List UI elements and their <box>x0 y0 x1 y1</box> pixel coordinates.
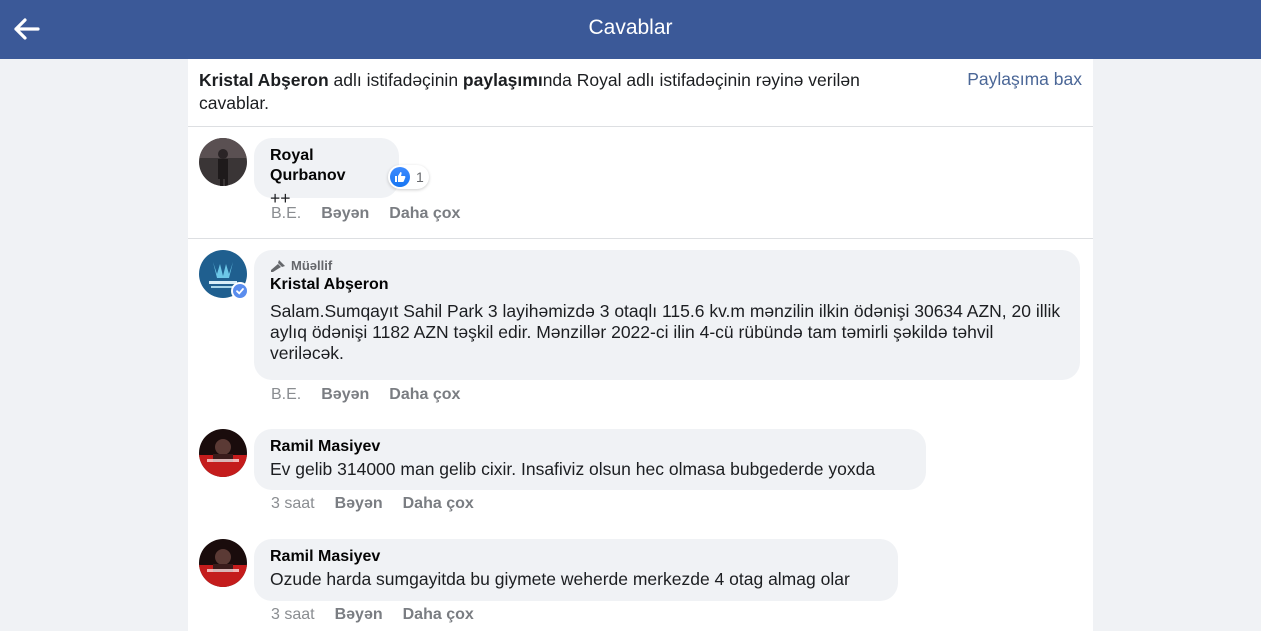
comment-bubble: Ramil Masiyev Ev gelib 314000 man gelib … <box>254 429 926 490</box>
comment-bubble: Ramil Masiyev Ozude harda sumgayitda bu … <box>254 539 898 601</box>
comment-text: Ozude harda sumgayitda bu giymete weherd… <box>270 569 850 589</box>
page-title: Cavablar <box>588 16 673 39</box>
thumbs-up-icon <box>390 167 410 187</box>
comment-actions: 3 saat Bəyən Daha çox <box>271 495 474 513</box>
context-text-part-1: adlı istifadəçinin <box>328 70 463 90</box>
reaction-count[interactable]: 1 <box>388 165 429 189</box>
comment-text: Ev gelib 314000 man gelib cixir. Insafiv… <box>270 459 876 479</box>
context-text: Kristal Abşeron adlı istifadəçinin payla… <box>199 69 919 115</box>
comment-time[interactable]: B.E. <box>271 386 301 404</box>
more-button[interactable]: Daha çox <box>403 606 474 624</box>
like-button[interactable]: Bəyən <box>321 205 369 223</box>
comment-author[interactable]: Ramil Masiyev <box>270 437 910 457</box>
like-button[interactable]: Bəyən <box>335 606 383 624</box>
comment-actions: B.E. Bəyən Daha çox <box>271 386 460 404</box>
comment-bubble: Royal Qurbanov ++ <box>254 138 399 208</box>
more-button[interactable]: Daha çox <box>389 386 460 404</box>
comment-actions: B.E. Bəyən Daha çox <box>271 205 460 223</box>
author-badge-label: Müəllif <box>291 258 333 273</box>
avatar[interactable] <box>199 429 247 477</box>
view-post-link[interactable]: Paylaşıma bax <box>967 69 1082 90</box>
comment-time[interactable]: 3 saat <box>271 606 315 624</box>
avatar[interactable] <box>199 138 247 186</box>
more-button[interactable]: Daha çox <box>389 205 460 223</box>
author-badge: Müəllif <box>270 258 1064 273</box>
page-name-link[interactable]: Kristal Abşeron <box>199 70 329 90</box>
verified-check-icon <box>231 282 249 300</box>
avatar[interactable] <box>199 539 247 587</box>
comment-author[interactable]: Kristal Abşeron <box>270 275 1064 295</box>
post-link[interactable]: paylaşımı <box>463 70 543 90</box>
comment-author[interactable]: Ramil Masiyev <box>270 547 882 567</box>
comment-text: Salam.Sumqayıt Sahil Park 3 layihəmizdə … <box>270 301 1061 363</box>
context-header: Kristal Abşeron adlı istifadəçinin payla… <box>188 59 1093 127</box>
comment-actions: 3 saat Bəyən Daha çox <box>271 606 474 624</box>
more-button[interactable]: Daha çox <box>403 495 474 513</box>
replies-panel: Kristal Abşeron adlı istifadəçinin payla… <box>188 59 1093 631</box>
like-button[interactable]: Bəyən <box>321 386 369 404</box>
divider <box>188 238 1093 239</box>
comment-bubble: Müəllif Kristal Abşeron Salam.Sumqayıt S… <box>254 250 1080 380</box>
top-bar: Cavablar <box>0 0 1261 59</box>
like-button[interactable]: Bəyən <box>335 495 383 513</box>
microphone-icon <box>271 259 285 272</box>
comment-author[interactable]: Royal Qurbanov <box>270 146 383 186</box>
reaction-count-value: 1 <box>416 169 424 185</box>
comment-time[interactable]: B.E. <box>271 205 301 223</box>
comment-time[interactable]: 3 saat <box>271 495 315 513</box>
